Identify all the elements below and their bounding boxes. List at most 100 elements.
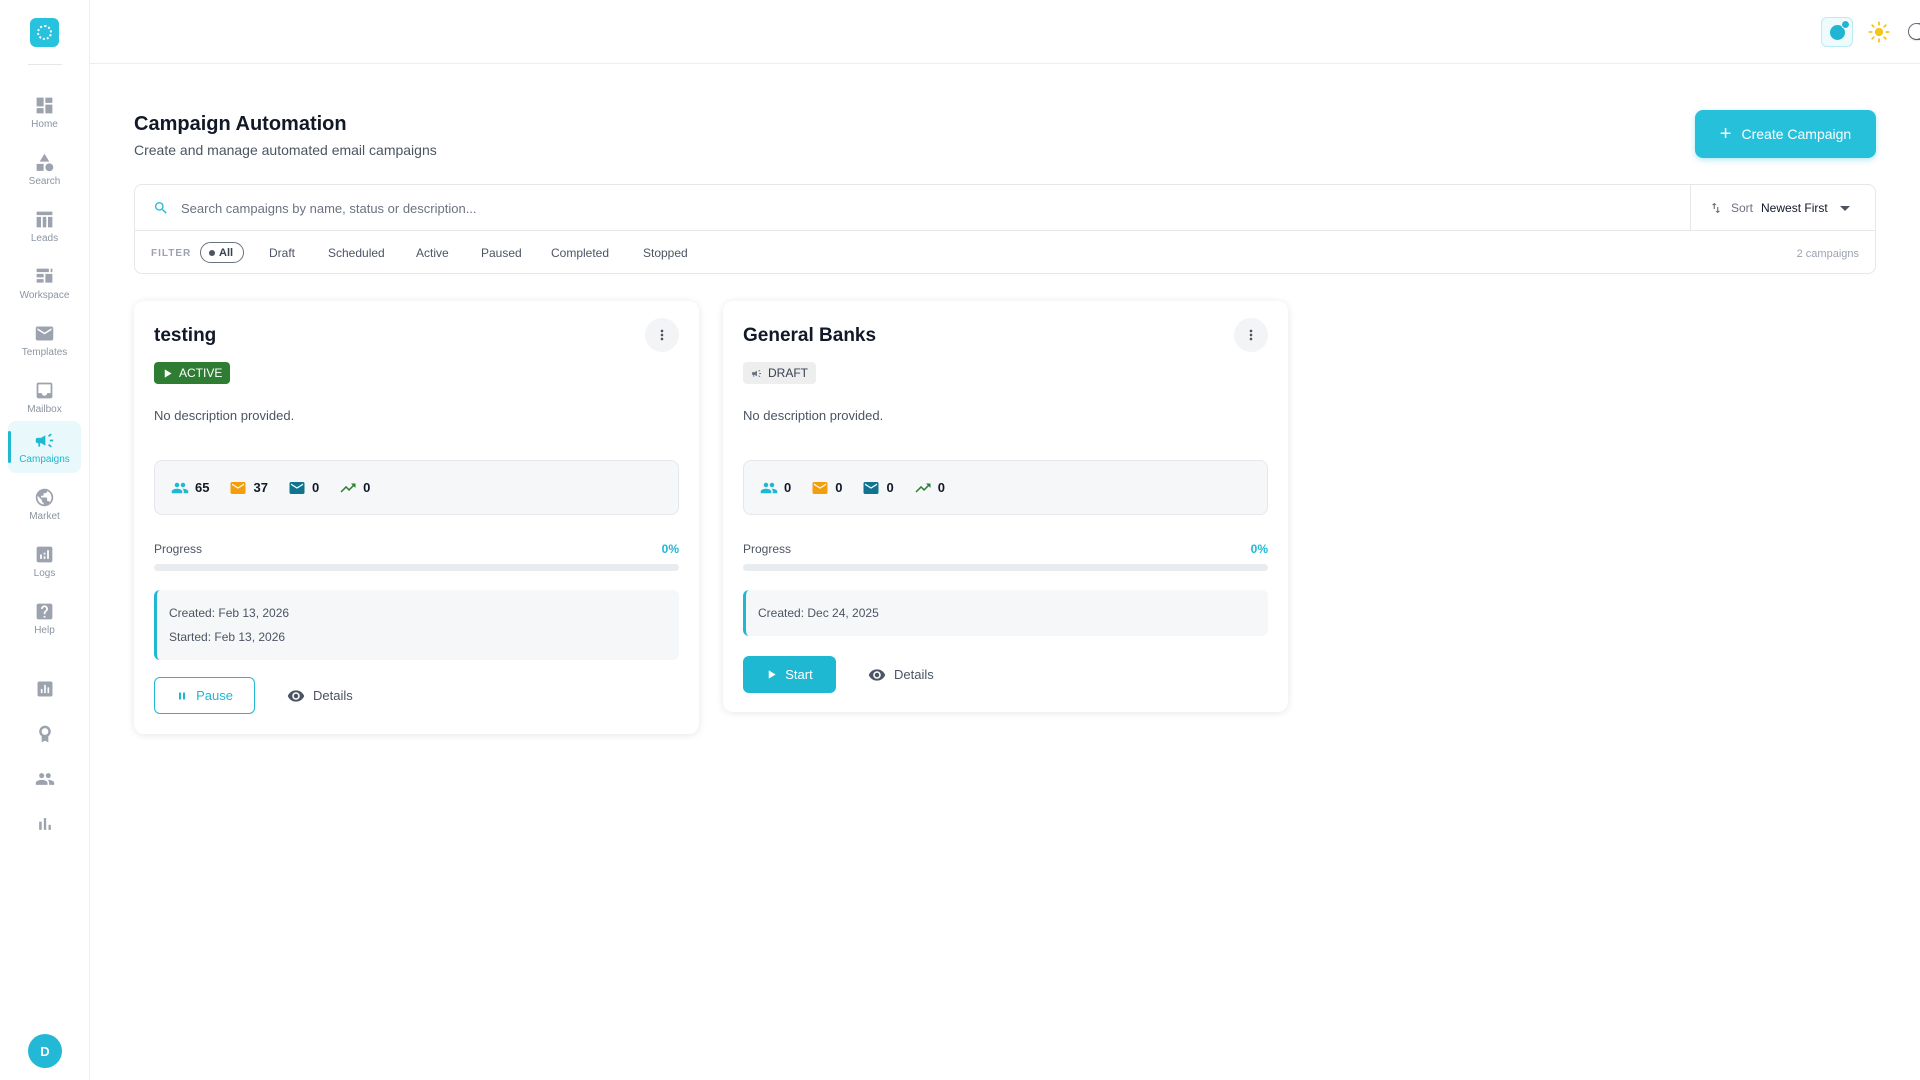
filter-chip-draft[interactable]: Draft [269,246,295,260]
sidebar-item-templates[interactable]: Templates [8,314,81,366]
progress-percent: 0% [661,542,679,556]
filter-label: FILTER [151,248,192,259]
search-input[interactable] [181,193,1681,223]
inbox-icon [36,382,53,398]
sidebar-item-logs[interactable]: Logs [8,535,81,587]
sidebar-divider [28,64,62,65]
filter-chip-all[interactable]: All [200,242,245,263]
more-options-button[interactable] [1234,318,1268,352]
more-options-button[interactable] [645,318,679,352]
sidebar-item-help[interactable]: Help [8,592,81,644]
sidebar-item-leads[interactable]: Leads [8,200,81,252]
sidebar-item-home[interactable]: Home [8,86,81,138]
stat-value: 37 [253,480,268,495]
bar-chart-icon [39,818,51,830]
campaign-title: General Banks [743,325,877,346]
campaign-description: No description provided. [743,408,884,423]
logo-ring-icon [37,25,52,40]
sidebar-bar-chart-button[interactable] [33,812,57,836]
stat-value: 0 [784,480,792,495]
sidebar-item-label: Logs [33,567,56,579]
stat-value: 0 [835,480,843,495]
stat-replied: 0 [914,479,945,497]
mail-icon [35,326,54,340]
stat-replied: 0 [339,479,370,497]
stat-leads: 0 [760,479,791,497]
stat-leads: 65 [171,479,209,497]
theme-toggle[interactable] [1908,23,1920,40]
created-date: Created: Dec 24, 2025 [758,606,879,620]
theme-toggle-knob [1909,24,1920,39]
pause-button[interactable]: Pause [154,677,255,714]
details-label: Details [894,667,934,682]
filter-chip-stopped[interactable]: Stopped [643,246,688,260]
filter-chip-active[interactable]: Active [416,246,449,260]
sidebar-award-button[interactable] [33,722,57,746]
app-logo[interactable] [30,18,59,47]
notification-button[interactable] [1821,17,1853,47]
people-icon [35,773,55,785]
search-icon [155,202,167,214]
start-label: Start [785,667,813,682]
filter-chip-completed[interactable]: Completed [551,246,609,260]
avatar[interactable]: D [28,1034,62,1068]
status-badge: DRAFT [743,362,816,384]
campaign-description: No description provided. [154,408,295,423]
create-campaign-label: Create Campaign [1741,126,1852,142]
start-button[interactable]: Start [743,656,836,693]
chevron-down-icon [1839,205,1850,211]
details-button[interactable]: Details [287,677,353,714]
campaign-card: testing ACTIVE No description provided. … [134,301,699,734]
sort-label: Sort [1731,201,1754,215]
sun-icon[interactable] [1868,21,1890,43]
shapes-icon [36,153,54,171]
topbar [90,0,1920,64]
sidebar-item-workspace[interactable]: Workspace [8,257,81,309]
sidebar-item-search[interactable]: Search [8,143,81,195]
play-icon [769,670,776,679]
status-badge-label: DRAFT [768,366,808,380]
sidebar-item-market[interactable]: Market [8,478,81,530]
progress-percent: 0% [1250,542,1268,556]
details-button[interactable]: Details [868,656,934,693]
stat-sent: 0 [811,479,842,497]
award-icon [39,725,51,743]
filter-chip-scheduled[interactable]: Scheduled [328,246,385,260]
sidebar-item-mailbox[interactable]: Mailbox [8,371,81,423]
sidebar-item-label: Market [29,510,60,522]
sort-dropdown[interactable]: Sort Newest First [1690,185,1877,231]
filter-chip-label: All [219,246,234,259]
sidebar-item-campaigns[interactable]: Campaigns [8,421,81,473]
campaign-title: testing [154,325,217,346]
filter-chip-paused[interactable]: Paused [481,246,522,260]
pause-icon [179,692,186,699]
sidebar-item-label: Help [34,624,55,636]
filter-row: FILTER All Draft Scheduled Active Paused… [135,231,1875,275]
plus-icon: + [1719,123,1732,145]
dashboard-icon [36,97,53,113]
sort-icon [1711,202,1721,214]
campaign-dates: Created: Dec 24, 2025 [743,590,1268,636]
more-vertical-icon [1249,329,1253,341]
search-filter-panel: Sort Newest First FILTER All Draft Sched… [134,184,1876,274]
stat-value: 0 [363,480,371,495]
trending-up-icon [915,483,931,492]
pause-label: Pause [196,688,233,703]
campaign-count: 2 campaigns [1796,248,1859,260]
selected-dot-icon [209,249,215,256]
stat-opened: 0 [862,479,894,497]
more-vertical-icon [660,329,664,341]
mail-icon [289,481,305,494]
page-subtitle: Create and manage automated email campai… [134,142,437,158]
created-date: Created: Feb 13, 2026 [169,606,290,620]
sidebar-report-button[interactable] [33,677,57,701]
stat-value: 65 [195,480,210,495]
mail-icon [812,481,828,494]
sidebar-item-label: Search [28,175,61,187]
sidebar-people-button[interactable] [33,767,57,791]
create-campaign-button[interactable]: + Create Campaign [1695,110,1876,158]
stat-value: 0 [937,480,945,495]
sidebar-item-label: Mailbox [27,403,62,415]
trending-up-icon [340,483,356,492]
stat-value: 0 [311,480,320,495]
